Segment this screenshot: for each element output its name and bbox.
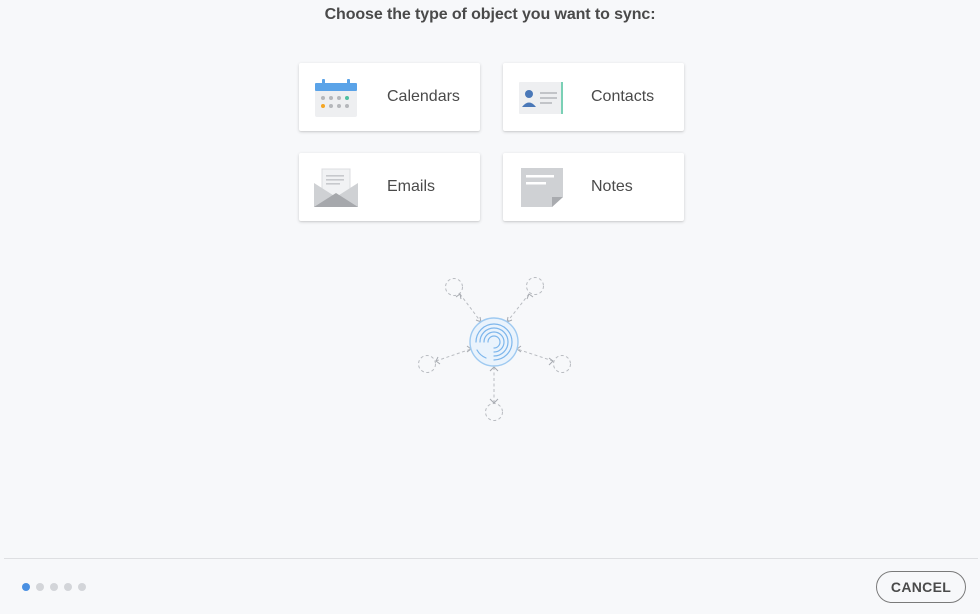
calendars-option[interactable]: Calendars xyxy=(299,63,480,131)
progress-dot xyxy=(78,583,86,591)
calendar-icon xyxy=(315,79,357,117)
sync-hub-icon xyxy=(418,277,571,421)
notes-option[interactable]: Notes xyxy=(503,153,684,221)
footer-divider xyxy=(4,558,978,559)
envelope-icon xyxy=(314,168,358,207)
calendars-label: Calendars xyxy=(387,88,460,105)
progress-dots xyxy=(22,583,86,591)
progress-dot xyxy=(36,583,44,591)
emails-option[interactable]: Emails xyxy=(299,153,480,221)
contact-card-icon xyxy=(519,82,563,114)
cancel-button[interactable]: CANCEL xyxy=(876,571,966,603)
progress-dot xyxy=(22,583,30,591)
contacts-label: Contacts xyxy=(591,88,655,105)
progress-dot xyxy=(50,583,58,591)
note-icon xyxy=(521,168,563,207)
emails-label: Emails xyxy=(387,178,436,195)
progress-dot xyxy=(64,583,72,591)
contacts-option[interactable]: Contacts xyxy=(503,63,684,131)
sync-wizard: Choose the type of object you want to sy… xyxy=(2,0,978,614)
notes-label: Notes xyxy=(591,178,633,195)
page-title: Choose the type of object you want to sy… xyxy=(324,6,656,23)
